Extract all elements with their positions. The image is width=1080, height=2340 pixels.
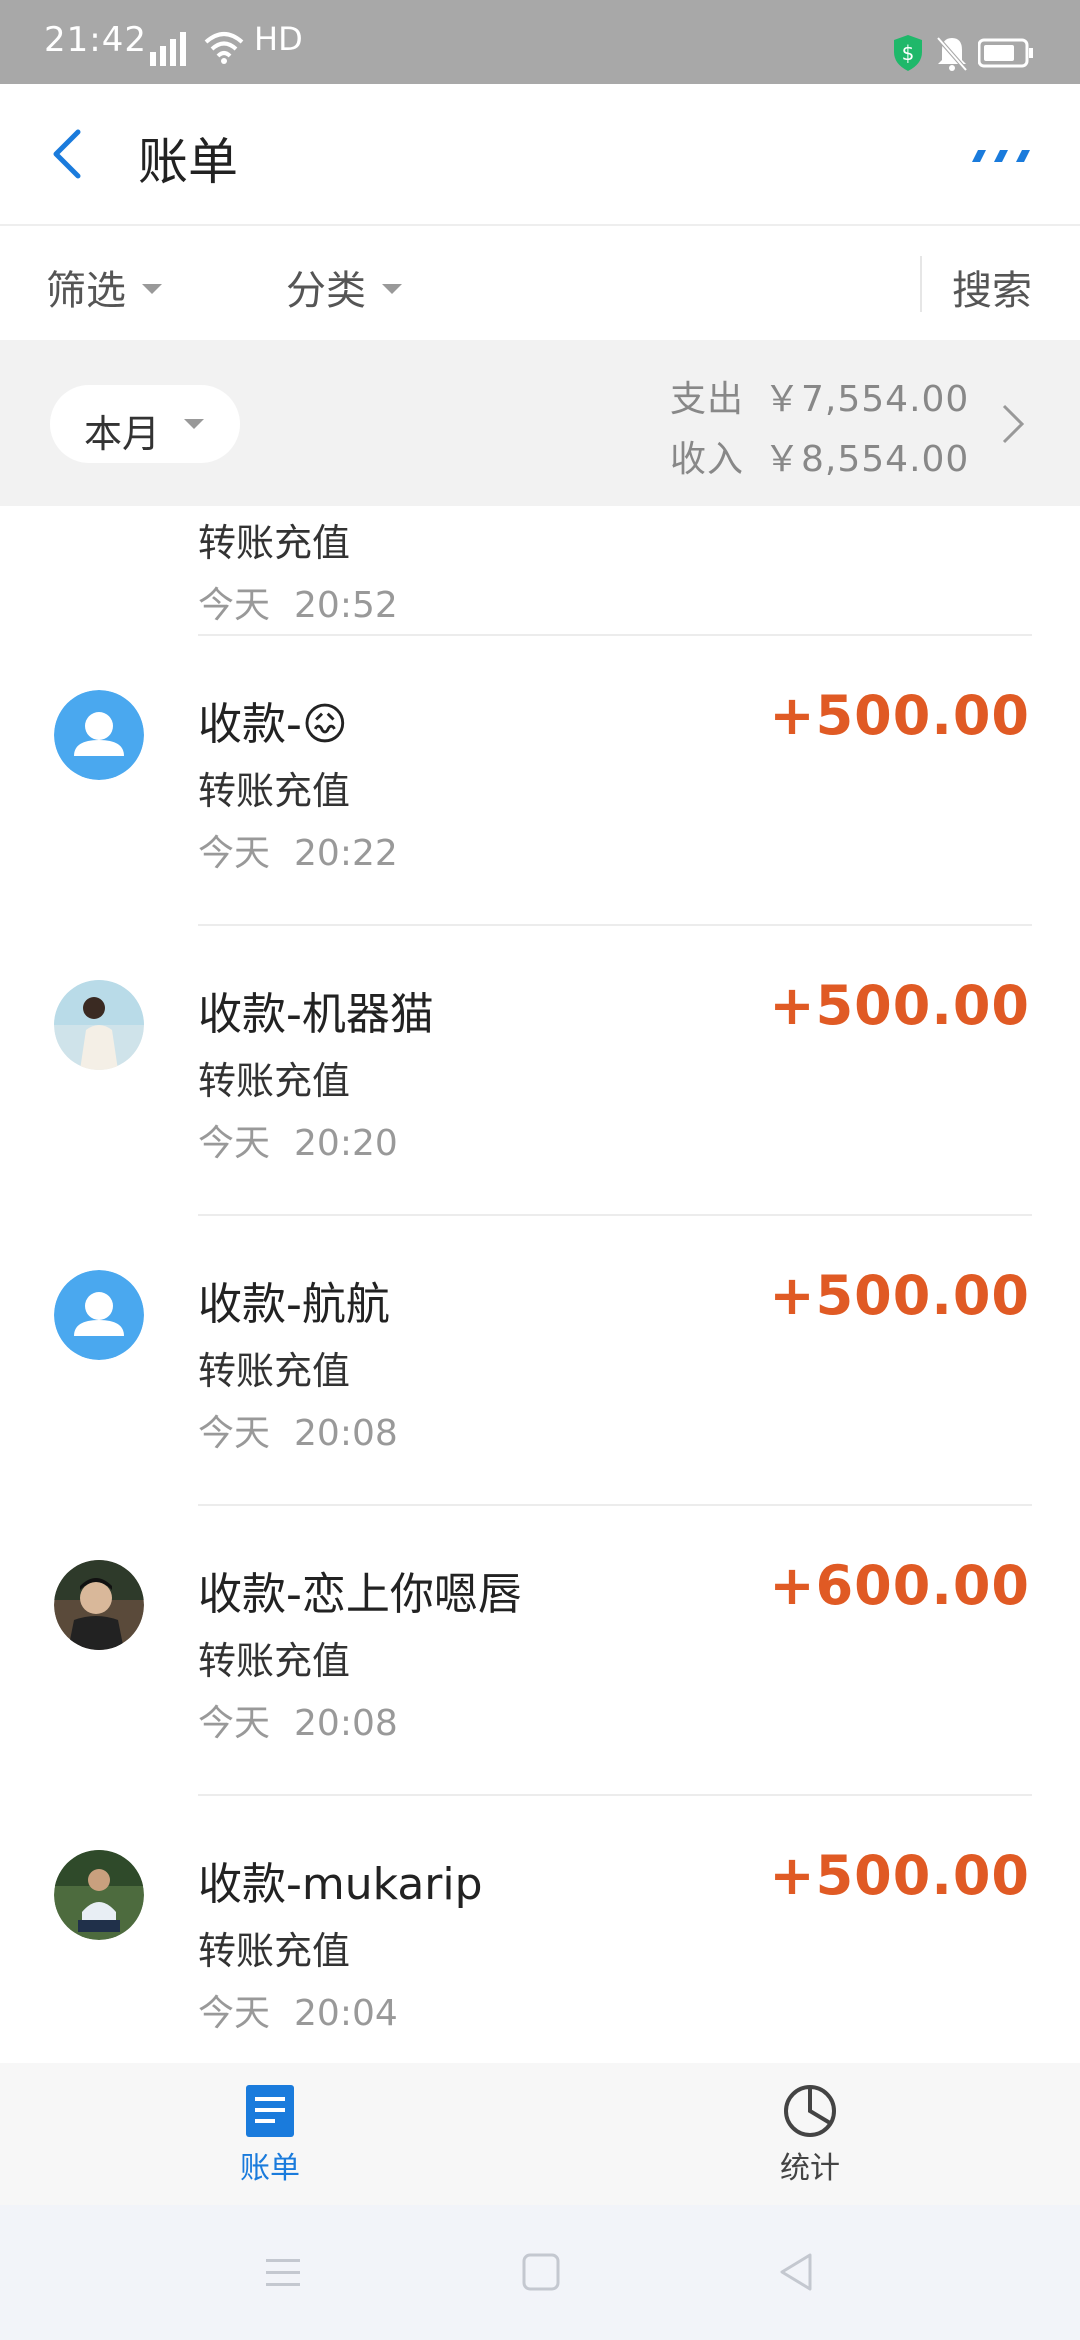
- transaction-day: 今天: [198, 1993, 271, 2034]
- transaction-subtitle: 转账充值: [198, 1929, 351, 1973]
- tab-stats[interactable]: 统计: [730, 2083, 890, 2193]
- list-item[interactable]: 收款-机器猫 转账充值 今天 20:20 +500.00: [0, 924, 1080, 1214]
- tab-bill[interactable]: 账单: [190, 2083, 350, 2193]
- tab-stats-label: 统计: [780, 2151, 840, 2186]
- chevron-right-icon[interactable]: [1000, 402, 1026, 446]
- transaction-day: 今天: [198, 585, 271, 626]
- status-bar: 21:42 HD $: [0, 0, 1080, 84]
- wifi-icon: [204, 32, 244, 64]
- transaction-subtitle: 转账充值: [198, 1639, 351, 1683]
- filter-bar: 筛选 分类 搜索: [0, 226, 1080, 340]
- default-user-icon: [54, 690, 144, 780]
- photo-avatar: [54, 1560, 144, 1650]
- menu-icon[interactable]: [262, 2251, 304, 2293]
- transaction-day: 今天: [198, 1413, 271, 1454]
- transaction-amount: +600.00: [769, 1554, 1030, 1617]
- transaction-clock: 20:08: [294, 1703, 398, 1744]
- security-shield-icon: $: [894, 35, 922, 71]
- photo-avatar: [54, 1850, 144, 1940]
- transaction-time: 今天 20:08: [198, 1694, 398, 1746]
- transaction-day: 今天: [198, 1703, 271, 1744]
- divider: [198, 1794, 1032, 1796]
- transaction-day: 今天: [198, 833, 271, 874]
- svg-text:$: $: [902, 41, 915, 65]
- expense-value: ￥7,554.00: [764, 379, 970, 420]
- transaction-amount: +500.00: [769, 974, 1030, 1037]
- transaction-title: 收款-航航: [198, 1279, 390, 1330]
- transaction-title: 收款-恋上你嗯唇: [198, 1569, 522, 1620]
- app-header: 账单: [0, 84, 1080, 226]
- dropdown-caret-icon: [184, 419, 204, 429]
- network-type-label: HD: [254, 20, 303, 58]
- transaction-title: 收款-😖: [198, 699, 348, 750]
- transaction-amount: +500.00: [769, 1264, 1030, 1327]
- income-value: ￥8,554.00: [764, 439, 970, 480]
- mute-bell-icon: [936, 36, 968, 72]
- transaction-subtitle: 转账充值: [198, 1059, 351, 1103]
- list-item[interactable]: 收款-恋上你嗯唇 转账充值 今天 20:08 +600.00: [0, 1504, 1080, 1794]
- dropdown-caret-icon: [382, 284, 402, 294]
- transaction-clock: 20:20: [294, 1123, 398, 1164]
- photo-avatar: [54, 980, 144, 1070]
- period-label: 本月: [84, 412, 161, 456]
- expense-label: 支出: [670, 379, 745, 420]
- category-dropdown[interactable]: 分类: [286, 258, 402, 316]
- battery-icon: [978, 38, 1033, 68]
- cellular-signal-icon: [150, 32, 186, 66]
- transaction-day: 今天: [198, 1123, 271, 1164]
- divider: [198, 924, 1032, 926]
- transaction-title: 收款-机器猫: [198, 989, 434, 1040]
- transaction-amount: +500.00: [769, 1844, 1030, 1907]
- transaction-time: 今天 20:08: [198, 1404, 398, 1456]
- bottom-tab-bar: 账单 统计: [0, 2063, 1080, 2205]
- list-item[interactable]: 收款-航航 转账充值 今天 20:08 +500.00: [0, 1214, 1080, 1504]
- more-options-icon[interactable]: [968, 146, 1032, 166]
- expense-summary: 支出 ￥7,554.00: [670, 370, 969, 422]
- default-user-icon: [54, 1270, 144, 1360]
- dropdown-caret-icon: [142, 284, 162, 294]
- divider: [198, 1214, 1032, 1216]
- list-item[interactable]: 收款-😖 转账充值 今天 20:22 +500.00: [0, 634, 1080, 924]
- category-label: 分类: [286, 268, 366, 314]
- filter-dropdown[interactable]: 筛选: [46, 258, 162, 316]
- month-summary[interactable]: 本月 支出 ￥7,554.00 收入 ￥8,554.00: [0, 340, 1080, 506]
- divider: [920, 256, 922, 312]
- tab-bill-label: 账单: [240, 2151, 300, 2186]
- pie-chart-icon: [784, 2085, 836, 2137]
- status-time: 21:42: [44, 20, 147, 60]
- divider: [198, 634, 1032, 636]
- home-icon[interactable]: [520, 2251, 562, 2293]
- list-item[interactable]: 收款-mukarip 转账充值 今天 20:04 +500.00: [0, 1794, 1080, 2063]
- income-summary: 收入 ￥8,554.00: [670, 430, 969, 482]
- system-nav-bar: [0, 2205, 1080, 2340]
- back-arrow-icon[interactable]: [48, 124, 88, 184]
- transaction-list[interactable]: 转账充值 今天 20:52 收款-😖 转账充值 今天 20:22 +500.00 收…: [0, 506, 1080, 2063]
- transaction-time: 今天 20:04: [198, 1984, 398, 2036]
- transaction-time: 今天 20:22: [198, 824, 398, 876]
- transaction-clock: 20:52: [294, 585, 398, 626]
- back-triangle-icon[interactable]: [776, 2251, 818, 2293]
- divider: [198, 1504, 1032, 1506]
- search-button[interactable]: 搜索: [952, 258, 1032, 316]
- transaction-time: 今天 20:20: [198, 1114, 398, 1166]
- income-label: 收入: [670, 439, 745, 480]
- transaction-amount: +500.00: [769, 684, 1030, 747]
- filter-label: 筛选: [46, 268, 126, 314]
- bill-list-icon: [246, 2085, 294, 2137]
- transaction-time: 今天 20:52: [198, 576, 398, 628]
- period-selector[interactable]: 本月: [50, 385, 240, 463]
- transaction-clock: 20:22: [294, 833, 398, 874]
- transaction-clock: 20:04: [294, 1993, 398, 2034]
- transaction-subtitle: 转账充值: [198, 521, 351, 565]
- transaction-subtitle: 转账充值: [198, 1349, 351, 1393]
- transaction-clock: 20:08: [294, 1413, 398, 1454]
- page-title: 账单: [138, 133, 238, 191]
- transaction-title: 收款-mukarip: [198, 1859, 483, 1910]
- transaction-subtitle: 转账充值: [198, 769, 351, 813]
